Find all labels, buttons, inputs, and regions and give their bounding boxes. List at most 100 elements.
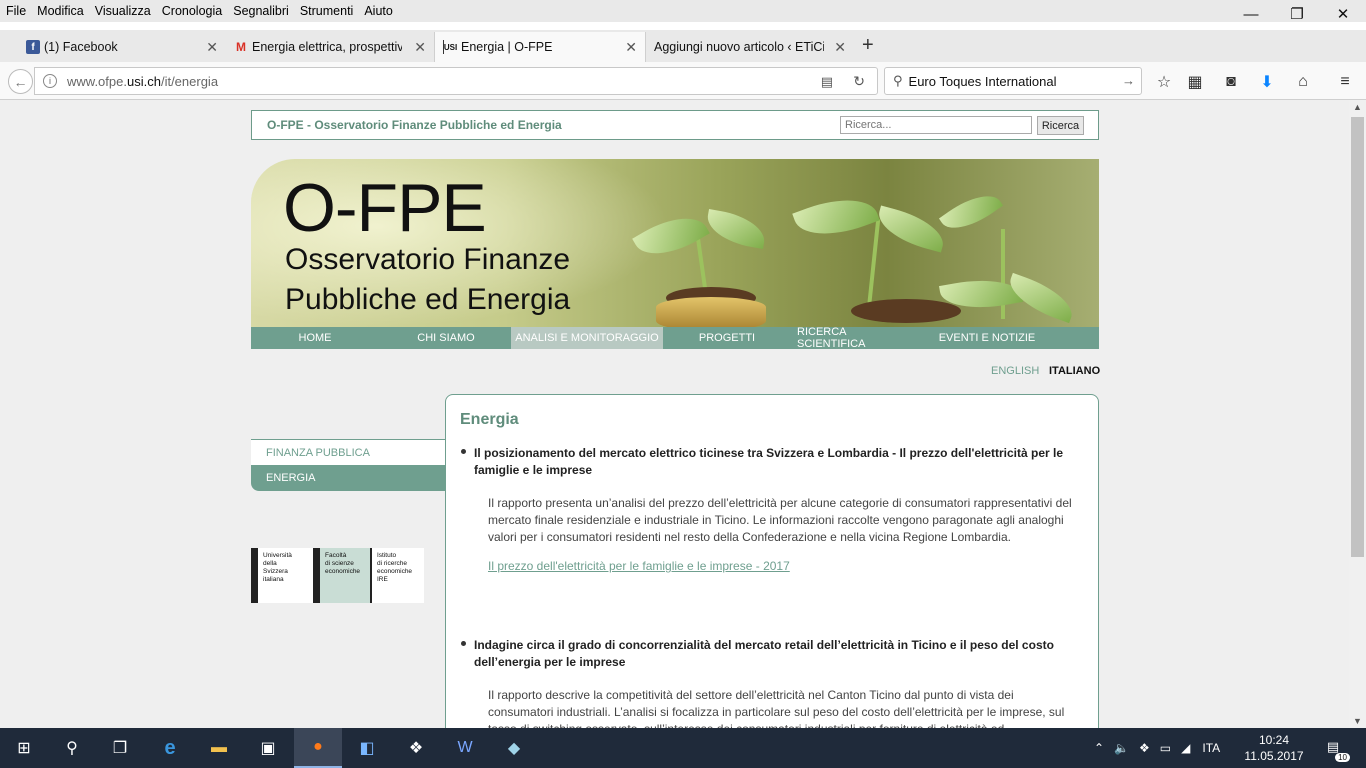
home-icon[interactable]: ⌂ xyxy=(1293,72,1313,92)
leaf xyxy=(703,209,769,249)
item-title: Indagine circa il grado di concorrenzial… xyxy=(474,638,1054,669)
sidebar-item-energia[interactable]: ENERGIA xyxy=(251,465,445,491)
close-tab-icon[interactable]: ✕ xyxy=(206,39,218,56)
task-view-icon[interactable]: ❐ xyxy=(96,728,144,768)
page-scrollbar[interactable]: ▲ ▼ xyxy=(1349,100,1366,728)
search-go-icon[interactable]: → xyxy=(1122,73,1135,88)
reader-view-icon[interactable]: ▤ xyxy=(821,74,833,90)
search-icon: ⚲ xyxy=(893,73,903,88)
close-tab-icon[interactable]: ✕ xyxy=(414,39,426,56)
site-info-icon[interactable]: i xyxy=(43,74,57,88)
minimize-button[interactable]: — xyxy=(1228,0,1274,28)
scrollbar-thumb[interactable] xyxy=(1351,117,1364,557)
search-icon[interactable]: ⚲ xyxy=(48,728,96,768)
logo-ire: Istituto di ricerche economiche IRE xyxy=(377,552,413,583)
bookmark-star-icon[interactable]: ☆ xyxy=(1154,72,1174,92)
menu-segnalibri[interactable]: Segnalibri xyxy=(227,4,294,18)
soil xyxy=(851,299,961,323)
site-search-input[interactable] xyxy=(840,116,1032,134)
tab-ofpe[interactable]: USI Energia | O-FPE ✕ xyxy=(434,32,646,62)
item-description: Il rapporto presenta un’analisi del prez… xyxy=(488,496,1072,544)
page-viewport: O-FPE - Osservatorio Finanze Pubbliche e… xyxy=(0,100,1349,728)
network-icon[interactable]: ◢ xyxy=(1181,741,1190,755)
coin-stack xyxy=(656,297,766,327)
gmail-icon: M xyxy=(236,40,246,54)
pocket-icon[interactable]: ◙ xyxy=(1221,72,1241,92)
site-header: O-FPE - Osservatorio Finanze Pubbliche e… xyxy=(251,110,1099,140)
report-link[interactable]: Il prezzo dell'elettricità per le famigl… xyxy=(488,559,790,573)
nav-eventi-notizie[interactable]: EVENTI E NOTIZIE xyxy=(937,327,1037,349)
notification-count: 10 xyxy=(1335,753,1350,762)
nav-progetti[interactable]: PROGETTI xyxy=(687,327,767,349)
site-search-button[interactable]: Ricerca xyxy=(1037,116,1084,135)
banner-image: O-FPE Osservatorio Finanze Pubbliche ed … xyxy=(251,159,1099,327)
store-icon[interactable]: ▣ xyxy=(244,728,292,768)
language-english-link[interactable]: ENGLISH xyxy=(991,365,1039,377)
list-item: Indagine circa il grado di concorrenzial… xyxy=(461,637,1086,728)
edge-icon[interactable]: e xyxy=(146,728,194,768)
nav-ricerca-scientifica[interactable]: RICERCA SCIENTIFICA xyxy=(797,326,917,350)
tab-title: Energia elettrica, prospettive xyxy=(252,40,402,54)
site-title[interactable]: O-FPE - Osservatorio Finanze Pubbliche e… xyxy=(267,118,562,132)
item-description: Il rapporto descrive la competitività de… xyxy=(488,688,1065,728)
downloads-icon[interactable]: ⬇ xyxy=(1257,72,1277,92)
bookmarks-library-icon[interactable]: ▦ xyxy=(1185,72,1205,92)
tab-facebook[interactable]: f (1) Facebook ✕ xyxy=(18,32,226,62)
new-tab-button[interactable]: + xyxy=(862,34,874,57)
menu-modifica[interactable]: Modifica xyxy=(31,4,89,18)
menu-strumenti[interactable]: Strumenti xyxy=(294,4,359,18)
firefox-icon[interactable]: ● xyxy=(294,728,342,768)
nav-chi-siamo[interactable]: CHI SIAMO xyxy=(406,327,486,349)
close-tab-icon[interactable]: ✕ xyxy=(625,39,637,56)
menu-aiuto[interactable]: Aiuto xyxy=(358,4,398,18)
scroll-up-icon[interactable]: ▲ xyxy=(1353,102,1362,112)
system-tray: ⌃ 🔈 ❖ ▭ ◢ ITA xyxy=(1094,728,1220,768)
reload-icon[interactable]: ↻ xyxy=(853,73,865,90)
clock-date: 11.05.2017 xyxy=(1244,749,1304,763)
dropbox-icon[interactable]: ❖ xyxy=(392,728,440,768)
menu-visualizza[interactable]: Visualizza xyxy=(89,4,156,18)
word-icon[interactable]: W xyxy=(441,728,489,768)
navigation-bar: ← i www.ofpe.usi.ch/it/energia ▤ ↻ ⚲ → ☆… xyxy=(0,62,1366,100)
nav-analisi-monitoraggio[interactable]: ANALISI E MONITORAGGIO xyxy=(511,327,663,349)
battery-icon[interactable]: ▭ xyxy=(1160,741,1171,755)
banner-title: O-FPE xyxy=(283,170,487,246)
dropbox-tray-icon[interactable]: ❖ xyxy=(1139,741,1150,755)
menu-file[interactable]: File xyxy=(0,4,31,18)
outlook-icon[interactable]: ◧ xyxy=(343,728,391,768)
scroll-down-icon[interactable]: ▼ xyxy=(1353,716,1362,726)
address-bar[interactable]: i www.ofpe.usi.ch/it/energia ▤ ↻ xyxy=(34,67,878,95)
logo-usi: Università della Svizzera italiana xyxy=(263,552,292,583)
action-center-icon[interactable]: ▤ 10 xyxy=(1322,736,1350,762)
language-italiano-link[interactable]: ITALIANO xyxy=(1049,365,1100,377)
close-window-button[interactable]: ✕ xyxy=(1320,0,1366,28)
tab-eticin[interactable]: Aggiungi nuovo articolo ‹ ETiCin ✕ xyxy=(646,32,854,62)
window-controls: — ❐ ✕ xyxy=(1228,0,1366,28)
back-button[interactable]: ← xyxy=(8,69,33,94)
logo-bar xyxy=(313,548,320,603)
taskbar: ⊞ ⚲ ❐ e ▬ ▣ ● ◧ ❖ W ◆ ⌃ 🔈 ❖ ▭ ◢ ITA 10:2… xyxy=(0,728,1366,768)
nav-home[interactable]: HOME xyxy=(275,327,355,349)
page-title: Energia xyxy=(460,411,519,428)
close-tab-icon[interactable]: ✕ xyxy=(834,39,846,56)
tab-gmail[interactable]: M Energia elettrica, prospettive ✕ xyxy=(226,32,434,62)
tab-title: (1) Facebook xyxy=(44,40,118,54)
show-hidden-icons-icon[interactable]: ⌃ xyxy=(1094,741,1104,755)
volume-icon[interactable]: 🔈 xyxy=(1114,741,1129,755)
input-language[interactable]: ITA xyxy=(1202,741,1220,755)
sidebar-item-finanza-pubblica[interactable]: FINANZA PUBBLICA xyxy=(251,439,445,465)
file-explorer-icon[interactable]: ▬ xyxy=(195,728,243,768)
logo-bar xyxy=(251,548,258,603)
facebook-icon: f xyxy=(26,40,40,54)
app-icon[interactable]: ◆ xyxy=(490,728,538,768)
clock[interactable]: 10:24 11.05.2017 xyxy=(1242,732,1306,764)
university-logos[interactable]: Università della Svizzera italiana Facol… xyxy=(251,548,424,603)
list-item: Il posizionamento del mercato elettrico … xyxy=(461,445,1086,573)
search-bar[interactable]: ⚲ → xyxy=(884,67,1142,95)
menu-bar: File Modifica Visualizza Cronologia Segn… xyxy=(0,0,1366,22)
restore-button[interactable]: ❐ xyxy=(1274,0,1320,28)
hamburger-menu-icon[interactable]: ≡ xyxy=(1335,72,1355,92)
search-input[interactable] xyxy=(908,73,1109,89)
windows-start-icon[interactable]: ⊞ xyxy=(0,728,48,768)
menu-cronologia[interactable]: Cronologia xyxy=(156,4,227,18)
